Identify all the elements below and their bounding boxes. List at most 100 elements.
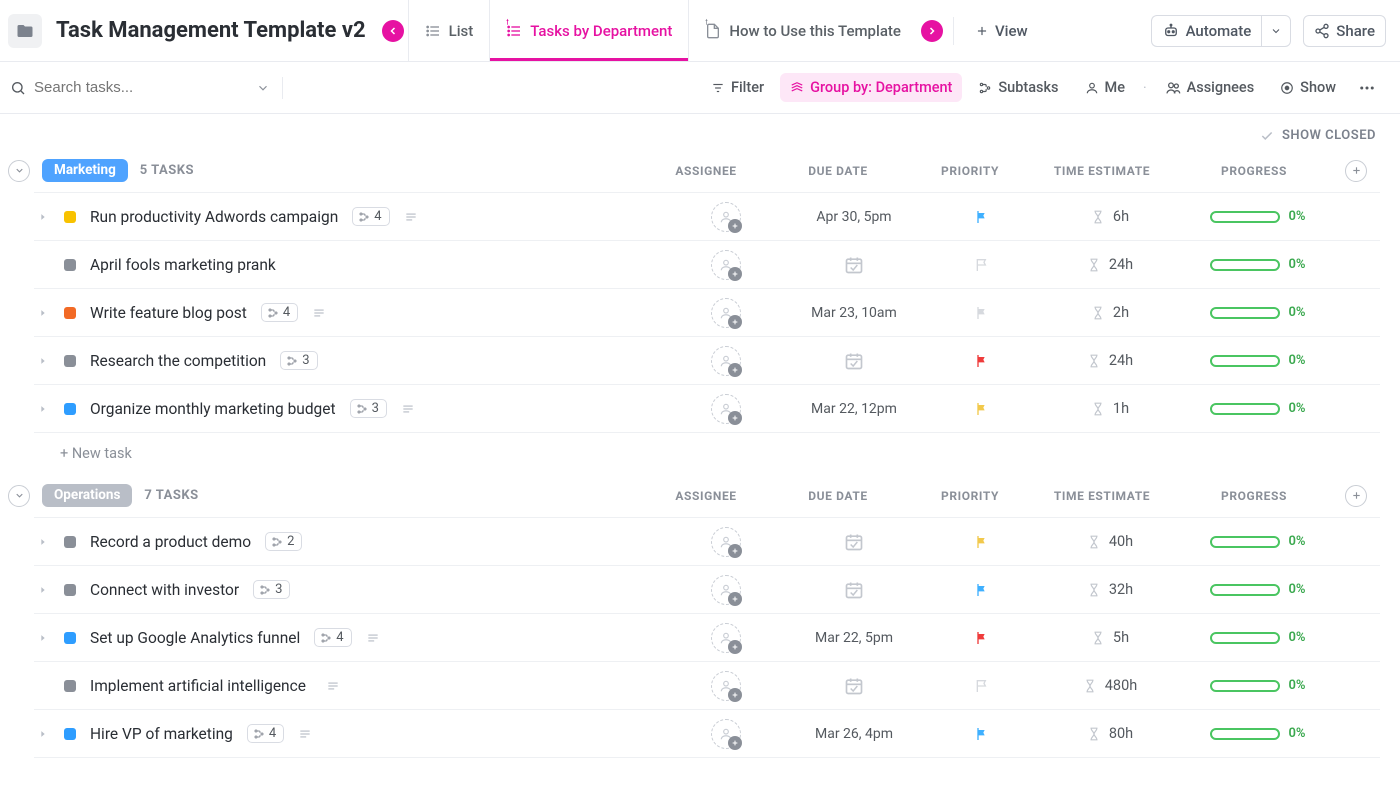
description-icon[interactable] — [366, 631, 380, 645]
task-name[interactable]: Implement artificial intelligence — [90, 677, 306, 695]
time-estimate-cell[interactable]: 80h — [1040, 725, 1180, 742]
time-estimate-cell[interactable]: 32h — [1040, 581, 1180, 598]
column-progress[interactable]: PROGRESS — [1184, 489, 1324, 503]
subtask-count-chip[interactable]: 3 — [280, 351, 317, 370]
task-status-square[interactable] — [64, 403, 76, 415]
group-by-button[interactable]: Group by: Department — [780, 73, 962, 102]
task-status-square[interactable] — [64, 536, 76, 548]
progress-cell[interactable]: 0% — [1188, 257, 1328, 272]
assignee-placeholder[interactable] — [711, 298, 741, 328]
expand-task-icon[interactable] — [38, 537, 50, 547]
column-due-date[interactable]: DUE DATE — [768, 164, 908, 178]
add-column-button[interactable] — [1345, 485, 1367, 507]
task-name[interactable]: Record a product demo — [90, 533, 251, 551]
task-row[interactable]: Run productivity Adwords campaign 4 Apr … — [34, 193, 1380, 241]
automate-dropdown[interactable] — [1261, 15, 1291, 47]
due-date-cell[interactable]: Mar 22, 12pm — [784, 401, 924, 417]
add-column-button[interactable] — [1345, 160, 1367, 182]
progress-cell[interactable]: 0% — [1188, 534, 1328, 549]
task-row[interactable]: Connect with investor 3 — [34, 566, 1380, 614]
priority-cell[interactable] — [932, 353, 1032, 369]
task-name[interactable]: Write feature blog post — [90, 304, 247, 322]
description-icon[interactable] — [298, 727, 312, 741]
due-date-cell[interactable]: Mar 22, 5pm — [784, 630, 924, 646]
assignee-placeholder[interactable] — [711, 250, 741, 280]
time-estimate-cell[interactable]: 5h — [1040, 629, 1180, 646]
task-name[interactable]: Set up Google Analytics funnel — [90, 629, 300, 647]
description-icon[interactable] — [326, 679, 340, 693]
filter-button[interactable]: Filter — [701, 73, 774, 102]
task-row[interactable]: Organize monthly marketing budget 3 Mar … — [34, 385, 1380, 433]
assignee-placeholder[interactable] — [711, 346, 741, 376]
column-time-estimate[interactable]: TIME ESTIMATE — [1032, 164, 1172, 178]
tab-tasks-by-department[interactable]: Tasks by Department — [489, 0, 688, 61]
column-assignee[interactable]: ASSIGNEE — [656, 164, 756, 178]
more-button[interactable] — [1352, 73, 1382, 103]
time-estimate-cell[interactable]: 1h — [1040, 400, 1180, 417]
time-estimate-cell[interactable]: 6h — [1040, 208, 1180, 225]
expand-task-icon[interactable] — [38, 585, 50, 595]
expand-task-icon[interactable] — [38, 729, 50, 739]
new-task-button[interactable]: + New task — [0, 433, 1400, 462]
progress-cell[interactable]: 0% — [1188, 305, 1328, 320]
expand-task-icon[interactable] — [38, 404, 50, 414]
expand-task-icon[interactable] — [38, 633, 50, 643]
task-status-square[interactable] — [64, 355, 76, 367]
column-assignee[interactable]: ASSIGNEE — [656, 489, 756, 503]
assignee-placeholder[interactable] — [711, 394, 741, 424]
task-row[interactable]: Write feature blog post 4 Mar 23, 10am — [34, 289, 1380, 337]
assignee-placeholder[interactable] — [711, 527, 741, 557]
priority-cell[interactable] — [932, 257, 1032, 273]
assignee-placeholder[interactable] — [711, 623, 741, 653]
due-date-cell[interactable] — [784, 532, 924, 552]
collapse-group-button[interactable] — [8, 485, 30, 507]
subtasks-button[interactable]: Subtasks — [968, 73, 1068, 102]
time-estimate-cell[interactable]: 2h — [1040, 304, 1180, 321]
tab-list[interactable]: List — [408, 0, 490, 61]
task-status-square[interactable] — [64, 307, 76, 319]
progress-cell[interactable]: 0% — [1188, 209, 1328, 224]
progress-cell[interactable]: 0% — [1188, 678, 1328, 693]
priority-cell[interactable] — [932, 678, 1032, 694]
task-row[interactable]: Research the competition 3 — [34, 337, 1380, 385]
expand-task-icon[interactable] — [38, 212, 50, 222]
subtask-count-chip[interactable]: 3 — [350, 399, 387, 418]
subtask-count-chip[interactable]: 3 — [253, 580, 290, 599]
next-view-button[interactable] — [921, 20, 943, 42]
collapse-group-button[interactable] — [8, 160, 30, 182]
expand-task-icon[interactable] — [38, 308, 50, 318]
task-name[interactable]: Connect with investor — [90, 581, 239, 599]
description-icon[interactable] — [312, 306, 326, 320]
due-date-cell[interactable] — [784, 676, 924, 696]
priority-cell[interactable] — [932, 582, 1032, 598]
column-priority[interactable]: PRIORITY — [920, 164, 1020, 178]
share-button[interactable]: Share — [1303, 15, 1386, 47]
show-button[interactable]: Show — [1270, 73, 1346, 102]
task-row[interactable]: Set up Google Analytics funnel 4 Mar 22,… — [34, 614, 1380, 662]
due-date-cell[interactable]: Mar 23, 10am — [784, 305, 924, 321]
task-status-square[interactable] — [64, 728, 76, 740]
time-estimate-cell[interactable]: 480h — [1040, 677, 1180, 694]
priority-cell[interactable] — [932, 305, 1032, 321]
prev-view-button[interactable] — [382, 20, 404, 42]
due-date-cell[interactable] — [784, 255, 924, 275]
assignees-button[interactable]: Assignees — [1155, 73, 1265, 102]
progress-cell[interactable]: 0% — [1188, 726, 1328, 741]
column-progress[interactable]: PROGRESS — [1184, 164, 1324, 178]
column-time-estimate[interactable]: TIME ESTIMATE — [1032, 489, 1172, 503]
priority-cell[interactable] — [932, 209, 1032, 225]
page-title[interactable]: Task Management Template v2 — [56, 18, 366, 43]
priority-cell[interactable] — [932, 630, 1032, 646]
search-input[interactable] — [34, 79, 248, 96]
group-badge[interactable]: Marketing — [42, 159, 128, 182]
subtask-count-chip[interactable]: 4 — [261, 303, 298, 322]
me-button[interactable]: Me — [1075, 73, 1135, 102]
time-estimate-cell[interactable]: 40h — [1040, 533, 1180, 550]
automate-button[interactable]: Automate — [1151, 15, 1262, 47]
priority-cell[interactable] — [932, 534, 1032, 550]
subtask-count-chip[interactable]: 4 — [352, 207, 389, 226]
task-name[interactable]: Organize monthly marketing budget — [90, 400, 336, 418]
task-name[interactable]: Hire VP of marketing — [90, 725, 233, 743]
search-dropdown-icon[interactable] — [256, 81, 270, 95]
tab-how-to-use[interactable]: How to Use this Template — [688, 0, 917, 61]
